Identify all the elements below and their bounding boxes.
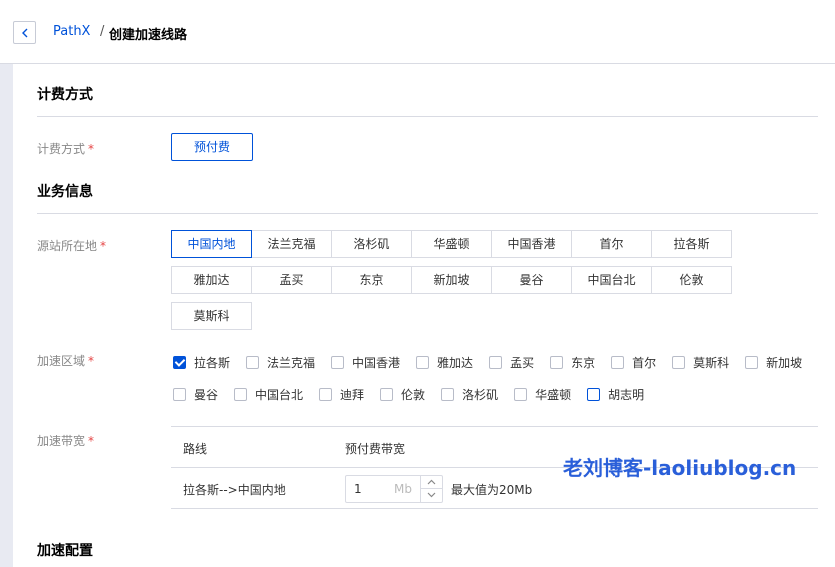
origin-option-singapore[interactable]: 新加坡 — [411, 266, 492, 294]
prepaid-option-button[interactable]: 预付费 — [171, 133, 253, 161]
origin-option-hong-kong[interactable]: 中国香港 — [491, 230, 572, 258]
accel-region-label: 加速区域 * — [37, 354, 95, 368]
accel-bandwidth-label: 加速带宽 * — [37, 434, 95, 448]
checkbox-icon[interactable] — [514, 387, 528, 401]
region-checkbox-mumbai[interactable]: 孟买 — [489, 354, 534, 371]
accel-region-row-1: 拉各斯 法兰克福 中国香港 雅加达 孟买 东京 首尔 莫斯科 新加坡 — [173, 354, 818, 370]
checkbox-icon[interactable] — [489, 355, 503, 369]
bandwidth-unit: Mb — [394, 482, 412, 496]
bandwidth-stepper — [420, 476, 442, 502]
region-checkbox-singapore[interactable]: 新加坡 — [745, 354, 802, 371]
watermark-logo: 老刘博客-laoliublog.cn — [563, 456, 797, 480]
chevron-up-icon — [427, 479, 436, 485]
table-bottom-border — [171, 508, 818, 509]
origin-option-taipei[interactable]: 中国台北 — [571, 266, 652, 294]
region-checkbox-ho-chi-minh[interactable]: 胡志明 — [587, 386, 644, 403]
table-cell-route: 拉各斯-->中国内地 — [183, 483, 286, 497]
chevron-left-icon — [22, 28, 28, 38]
origin-option-bangkok[interactable]: 曼谷 — [491, 266, 572, 294]
checkbox-icon[interactable] — [380, 387, 394, 401]
origin-option-lagos[interactable]: 拉各斯 — [651, 230, 732, 258]
origin-option-china-mainland[interactable]: 中国内地 — [171, 230, 252, 258]
page: PathX / 创建加速线路 计费方式 计费方式 * 预付费 业务信息 源站所在地… — [0, 0, 835, 567]
bandwidth-max-hint: 最大值为20Mb — [451, 483, 533, 497]
billing-section-divider — [37, 116, 818, 117]
region-checkbox-tokyo[interactable]: 东京 — [550, 354, 595, 371]
origin-option-mumbai[interactable]: 孟买 — [251, 266, 332, 294]
checkbox-icon[interactable] — [611, 355, 625, 369]
table-header-route: 路线 — [183, 442, 208, 456]
table-header-bandwidth: 预付费带宽 — [345, 442, 406, 456]
config-section-title: 加速配置 — [37, 543, 93, 559]
top-bar: PathX / 创建加速线路 — [0, 0, 835, 64]
breadcrumb-separator: / — [100, 24, 105, 39]
table-top-border — [171, 426, 818, 427]
origin-options-row-2: 雅加达 孟买 东京 新加坡 曼谷 中国台北 伦敦 — [171, 266, 732, 294]
region-checkbox-london[interactable]: 伦敦 — [380, 386, 425, 403]
bandwidth-number-input[interactable]: 1 Mb — [345, 475, 443, 503]
origin-option-frankfurt[interactable]: 法兰克福 — [251, 230, 332, 258]
region-checkbox-seoul[interactable]: 首尔 — [611, 354, 656, 371]
checkbox-checked-icon[interactable] — [173, 355, 186, 369]
origin-option-washington[interactable]: 华盛顿 — [411, 230, 492, 258]
checkbox-icon[interactable] — [441, 387, 455, 401]
checkbox-icon[interactable] — [587, 387, 601, 401]
business-section-divider — [37, 213, 818, 214]
region-checkbox-washington[interactable]: 华盛顿 — [514, 386, 571, 403]
region-checkbox-frankfurt[interactable]: 法兰克福 — [246, 354, 315, 371]
billing-section-title: 计费方式 — [37, 87, 93, 103]
back-button[interactable] — [13, 21, 36, 44]
region-checkbox-taipei[interactable]: 中国台北 — [234, 386, 303, 403]
origin-options-row-3: 莫斯科 — [171, 302, 252, 330]
checkbox-icon[interactable] — [745, 355, 759, 369]
bandwidth-value[interactable]: 1 — [354, 482, 362, 496]
main-content: 计费方式 计费方式 * 预付费 业务信息 源站所在地 * 中国内地 法兰克福 洛杉矶… — [13, 64, 835, 567]
checkbox-icon[interactable] — [173, 387, 186, 401]
left-sidebar-strip — [0, 64, 13, 567]
checkbox-icon[interactable] — [319, 387, 333, 401]
breadcrumb-pathx-link[interactable]: PathX — [53, 24, 90, 39]
checkbox-icon[interactable] — [331, 355, 345, 369]
region-checkbox-hong-kong[interactable]: 中国香港 — [331, 354, 400, 371]
origin-option-tokyo[interactable]: 东京 — [331, 266, 412, 294]
region-checkbox-jakarta[interactable]: 雅加达 — [416, 354, 473, 371]
business-section-title: 业务信息 — [37, 184, 93, 200]
checkbox-icon[interactable] — [550, 355, 564, 369]
billing-method-label: 计费方式 * — [37, 142, 95, 156]
region-checkbox-lagos[interactable]: 拉各斯 — [173, 354, 230, 371]
region-checkbox-moscow[interactable]: 莫斯科 — [672, 354, 729, 371]
region-checkbox-los-angeles[interactable]: 洛杉矶 — [441, 386, 498, 403]
origin-option-london[interactable]: 伦敦 — [651, 266, 732, 294]
chevron-down-icon — [427, 492, 436, 498]
origin-location-label: 源站所在地 * — [37, 239, 107, 253]
origin-option-los-angeles[interactable]: 洛杉矶 — [331, 230, 412, 258]
checkbox-icon[interactable] — [234, 387, 248, 401]
region-checkbox-bangkok[interactable]: 曼谷 — [173, 386, 218, 403]
checkbox-icon[interactable] — [672, 355, 686, 369]
increment-button[interactable] — [421, 476, 442, 489]
decrement-button[interactable] — [421, 489, 442, 502]
region-checkbox-dubai[interactable]: 迪拜 — [319, 386, 364, 403]
origin-option-jakarta[interactable]: 雅加达 — [171, 266, 252, 294]
origin-option-moscow[interactable]: 莫斯科 — [171, 302, 252, 330]
page-title: 创建加速线路 — [109, 28, 188, 43]
accel-region-row-2: 曼谷 中国台北 迪拜 伦敦 洛杉矶 华盛顿 胡志明 — [173, 386, 660, 402]
origin-options-row-1: 中国内地 法兰克福 洛杉矶 华盛顿 中国香港 首尔 拉各斯 — [171, 230, 732, 258]
origin-option-seoul[interactable]: 首尔 — [571, 230, 652, 258]
checkbox-icon[interactable] — [416, 355, 430, 369]
checkbox-icon[interactable] — [246, 355, 260, 369]
